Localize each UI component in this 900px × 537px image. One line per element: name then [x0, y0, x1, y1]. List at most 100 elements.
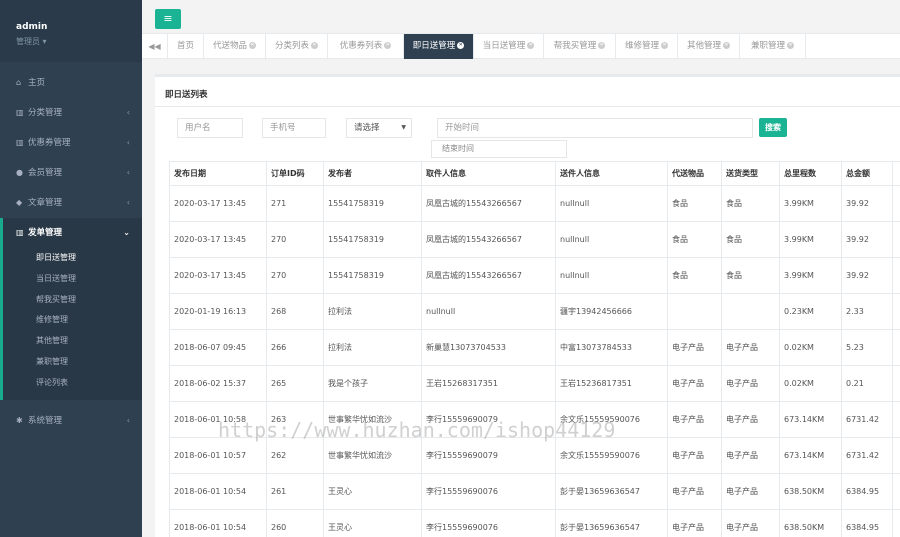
table-cell: 271 [266, 185, 324, 222]
submenu-item-other[interactable]: 其他管理 [3, 331, 142, 352]
sidebar-item-label: 文章管理 [28, 198, 63, 208]
submenu-item-repair[interactable]: 维修管理 [3, 310, 142, 331]
submenu-item-same-day[interactable]: 即日送管理 [3, 248, 142, 269]
table-row[interactable]: 2018-06-07 09:45 266 拉利法 新巢慧13073704533 中富13… [169, 329, 900, 366]
table-cell: 39.92 [841, 257, 893, 294]
tab-scroll-left-button[interactable]: ◀◀ [142, 34, 168, 59]
column-header[interactable]: 送货类型 [721, 161, 780, 186]
table-cell: 电子产品 [721, 401, 780, 438]
close-icon[interactable]: ✕ [787, 42, 794, 49]
orders-submenu: 即日送管理 当日送管理 帮我买管理 维修管理 其他管理 兼职管理 评论列表 [0, 248, 142, 400]
table-cell: 彭于晏13659636547 [555, 473, 668, 510]
table-cell: 2020-03-17 13:45 [169, 257, 267, 294]
tab-buy-for-me[interactable]: 帮我买管理 ✕ [544, 34, 616, 59]
menu-toggle-button[interactable]: ≡ [155, 9, 181, 29]
panel-title: 即日送列表 [165, 90, 208, 100]
close-icon[interactable]: ✕ [723, 42, 730, 49]
close-icon[interactable]: ✕ [457, 42, 465, 49]
table-cell-extra [892, 221, 900, 258]
search-button[interactable]: 搜索 [759, 118, 787, 137]
end-time-option[interactable]: 结束时间 [431, 140, 567, 158]
close-icon[interactable]: ✕ [311, 42, 318, 49]
close-icon[interactable]: ✕ [249, 42, 256, 49]
type-select[interactable]: 请选择 ▼ [346, 118, 412, 138]
table-cell: nullnull [555, 221, 668, 258]
table-cell-extra [892, 329, 900, 366]
submenu-item-comments[interactable]: 评论列表 [3, 373, 142, 394]
user-profile[interactable]: admin 管理员 ▾ [0, 0, 142, 62]
table-row[interactable]: 2020-01-19 16:13 268 拉利法 nullnull 疆宇13942456… [169, 293, 900, 330]
table-cell: 拉利法 [323, 293, 422, 330]
table-cell: 2020-03-17 13:45 [169, 221, 267, 258]
table-cell: 凤凰古城的15543266567 [421, 257, 556, 294]
sidebar-item-coupon[interactable]: ▥ 优惠券管理 ‹ [0, 128, 142, 158]
user-role-dropdown[interactable]: 管理员 ▾ [16, 36, 142, 47]
table-cell: 电子产品 [667, 473, 722, 510]
phone-input[interactable]: 手机号 [262, 118, 326, 138]
table-cell: 2018-06-01 10:57 [169, 437, 267, 474]
tab-same-day[interactable]: 即日送管理 ✕ [404, 34, 474, 59]
table-cell: 265 [266, 365, 324, 402]
sidebar-item-category[interactable]: ▥ 分类管理 ‹ [0, 98, 142, 128]
sidebar-item-label: 系统管理 [28, 415, 63, 426]
username-input[interactable]: 用户名 [177, 118, 243, 138]
column-header[interactable]: 发布日期 [169, 161, 267, 186]
table-cell: 2020-01-19 16:13 [169, 293, 267, 330]
tab-home[interactable]: 首页 [168, 34, 204, 59]
table-row[interactable]: 2020-03-17 13:45 270 15541758319 凤凰古城的15543… [169, 257, 900, 294]
submenu-item-buy-for-me[interactable]: 帮我买管理 [3, 290, 142, 311]
table-cell: 食品 [667, 185, 722, 222]
tab-coupon-list[interactable]: 优惠券列表 ✕ [328, 34, 404, 59]
table-header-row: 发布日期 订单ID码 发布者 取件人信息 送件人信息 代送物品 送货类型 总里程… [169, 161, 900, 186]
table-cell: 638.50KM [779, 473, 842, 510]
column-header[interactable]: 代送物品 [667, 161, 722, 186]
sidebar-item-orders[interactable]: ▥ 发单管理 ⌄ [0, 218, 142, 248]
tab-delivery-items[interactable]: 代送物品 ✕ [204, 34, 266, 59]
table-row[interactable]: 2018-06-02 15:37 265 我是个孩子 王岩15268317351 王岩1… [169, 365, 900, 402]
sidebar-item-system[interactable]: ✱ 系统管理 ‹ [0, 406, 142, 436]
tab-bar: ◀◀ 首页 代送物品 ✕ 分类列表 ✕ 优惠券列表 ✕ 即日送管理 ✕ 当日送管理 ✕ 帮… [142, 34, 900, 59]
columns-icon: ▥ [16, 108, 24, 117]
submenu-item-part-time[interactable]: 兼职管理 [3, 352, 142, 373]
table-row[interactable]: 2018-06-01 10:54 261 王灵心 李行15559690076 彭于晏13… [169, 473, 900, 510]
tab-other[interactable]: 其他管理 ✕ [678, 34, 740, 59]
close-icon[interactable]: ✕ [527, 42, 535, 49]
table-row[interactable]: 2020-03-17 13:45 270 15541758319 凤凰古城的15543… [169, 221, 900, 258]
table-row[interactable]: 2018-06-01 10:54 260 王灵心 李行15559690076 彭于晏13… [169, 509, 900, 537]
hamburger-icon: ≡ [163, 12, 173, 25]
close-icon[interactable]: ✕ [661, 42, 668, 49]
tab-label: 即日送管理 [412, 41, 456, 51]
tab-label: 代送物品 [212, 41, 247, 51]
column-header[interactable]: 送件人信息 [555, 161, 668, 186]
divider [155, 106, 900, 107]
column-header[interactable]: 取件人信息 [421, 161, 556, 186]
table-cell-extra [892, 401, 900, 438]
close-icon[interactable]: ✕ [598, 42, 606, 49]
column-header[interactable]: 发布者 [323, 161, 422, 186]
tab-part-time[interactable]: 兼职管理 ✕ [740, 34, 806, 59]
sidebar-item-member[interactable]: ● 会员管理 ‹ [0, 158, 142, 188]
table-cell: 王灵心 [323, 509, 422, 537]
column-header[interactable]: 总里程数 [779, 161, 842, 186]
sidebar-item-home[interactable]: ⌂ 主页 [0, 68, 142, 98]
tab-label: 维修管理 [624, 41, 659, 51]
tab-category-list[interactable]: 分类列表 ✕ [266, 34, 328, 59]
tab-repair[interactable]: 维修管理 ✕ [616, 34, 678, 59]
table-row[interactable]: 2018-06-01 10:57 262 世事繁华忧如流沙 李行15559690079… [169, 437, 900, 474]
sidebar-item-article[interactable]: ◆ 文章管理 ‹ [0, 188, 142, 218]
table-row[interactable]: 2020-03-17 13:45 271 15541758319 凤凰古城的15543… [169, 185, 900, 222]
tab-today[interactable]: 当日送管理 ✕ [474, 34, 544, 59]
orders-table: 发布日期 订单ID码 发布者 取件人信息 送件人信息 代送物品 送货类型 总里程… [169, 161, 900, 537]
submenu-item-today[interactable]: 当日送管理 [3, 269, 142, 290]
column-header[interactable]: 总金额 [841, 161, 893, 186]
sidebar-item-label: 分类管理 [28, 108, 63, 118]
sidebar-item-label: 主页 [28, 78, 46, 88]
table-cell: 260 [266, 509, 324, 537]
column-header[interactable]: 订单ID码 [266, 161, 324, 186]
close-icon[interactable]: ✕ [384, 42, 392, 49]
table-cell-extra [892, 365, 900, 402]
start-time-input[interactable]: 开始时间 [437, 118, 753, 138]
caret-down-icon: ▼ [401, 124, 406, 131]
table-cell: 266 [266, 329, 324, 366]
table-cell: 3.99KM [779, 221, 842, 258]
